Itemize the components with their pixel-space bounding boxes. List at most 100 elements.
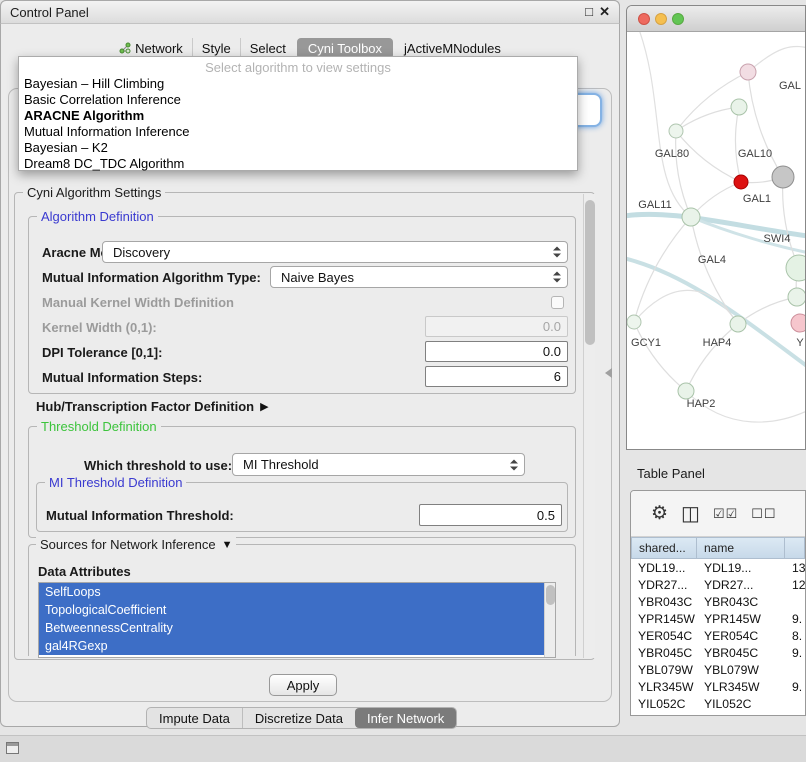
network-node[interactable] [772,166,794,188]
window-title: Control Panel [10,5,89,20]
table-row[interactable]: YBL079WYBL079W [631,661,805,678]
sources-group-title: Sources for Network Inference [40,537,216,552]
list-item[interactable]: TopologicalCoefficient [39,601,544,619]
node-label: HAP4 [703,337,732,349]
table-row[interactable]: YPR145WYPR145W9. [631,610,805,627]
column-header-shared-name[interactable]: shared... [631,537,697,559]
zoom-traffic-light[interactable] [672,13,684,25]
control-panel-titlebar[interactable]: Control Panel □ ✕ [0,0,620,24]
table-cell: YIL052C [697,695,785,712]
hub-definition-label: Hub/Transcription Factor Definition [36,399,254,414]
table-header-row: shared... name [631,537,805,559]
dpi-tolerance-input[interactable]: 0.0 [425,341,568,362]
hub-definition-section[interactable]: Hub/Transcription Factor Definition ▶ [36,399,269,414]
settings-scrollbar-thumb[interactable] [585,200,595,345]
select-all-checkboxes-icon[interactable]: ☑☑ [713,506,738,522]
network-node[interactable] [791,314,805,332]
settings-scrollbar[interactable] [583,194,595,658]
list-scrollbar[interactable] [544,583,555,657]
mi-threshold-input[interactable]: 0.5 [419,504,562,526]
node-label: GAL80 [655,148,689,160]
network-node[interactable] [788,288,805,306]
network-graph: GALGAL80GAL10GAL11GAL1SWI4GAL4GCY1HAP4YH… [627,32,805,449]
column-header-name[interactable]: name [697,537,785,559]
network-edge [637,32,691,217]
close-window-icon[interactable]: ✕ [599,4,610,20]
collapse-arrow-icon[interactable]: ▼ [222,539,233,551]
mi-steps-input[interactable]: 6 [425,366,568,387]
network-canvas[interactable]: GALGAL80GAL10GAL11GAL1SWI4GAL4GCY1HAP4YH… [627,32,805,449]
tab-infer-network[interactable]: Infer Network [355,708,456,728]
network-node[interactable] [731,99,747,115]
network-node[interactable] [734,175,748,189]
mi-threshold-label: Mutual Information Threshold: [46,508,234,523]
network-node[interactable] [678,383,694,399]
input-value: 6 [554,369,561,384]
dropdown-item[interactable]: Basic Correlation Inference [19,92,577,108]
combo-arrows-icon [553,247,561,258]
dropdown-item[interactable]: Dream8 DC_TDC Algorithm [19,156,577,172]
aracne-mode-combobox[interactable]: Discovery [102,241,568,263]
expand-arrow-icon[interactable]: ▶ [260,400,268,413]
gear-icon[interactable]: ⚙ [651,502,668,525]
columns-icon[interactable]: ◫ [681,501,700,526]
table-cell: YBL079W [631,661,697,678]
close-traffic-light[interactable] [638,13,650,25]
input-value: 0.5 [537,508,555,523]
panel-splitter-arrow[interactable] [605,368,612,378]
column-header-partial[interactable] [785,537,805,559]
combo-value: Naive Bayes [281,270,354,285]
table-cell: YBR043C [697,593,785,610]
table-row[interactable]: YBR045CYBR045C9. [631,644,805,661]
table-cell: 9. [785,678,805,695]
table-cell: 13 [785,559,805,576]
dropdown-item[interactable]: Bayesian – Hill Climbing [19,76,577,92]
data-attributes-label: Data Attributes [38,564,131,579]
network-window-titlebar[interactable] [627,6,805,32]
network-node[interactable] [627,315,641,329]
node-label: Y [796,337,804,349]
group-title: MI Threshold Definition [45,475,186,490]
network-node[interactable] [730,316,746,332]
manual-kernel-width-checkbox[interactable] [551,296,564,309]
algorithm-dropdown: Select algorithm to view settings Bayesi… [18,56,578,171]
network-node[interactable] [786,255,805,281]
table-cell: 9. [785,610,805,627]
node-label: GCY1 [631,337,661,349]
minimize-traffic-light[interactable] [655,13,667,25]
network-node[interactable] [669,124,683,138]
node-label: GAL4 [698,254,726,266]
mi-algorithm-type-combobox[interactable]: Naive Bayes [270,266,568,288]
table-row[interactable]: YLR345WYLR345W9. [631,678,805,695]
table-row[interactable]: YBR043CYBR043C [631,593,805,610]
network-node[interactable] [740,64,756,80]
table-cell: YDL19... [697,559,785,576]
restore-window-icon[interactable]: □ [585,4,593,19]
tab-impute-data[interactable]: Impute Data [147,708,242,728]
list-scrollbar-thumb[interactable] [546,585,555,605]
table-cell: YIL052C [631,695,697,712]
list-item[interactable]: BetweennessCentrality [39,619,544,637]
table-row[interactable]: YER054CYER054C8. [631,627,805,644]
dropdown-item[interactable]: Bayesian – K2 [19,140,577,156]
table-cell: YLR345W [697,678,785,695]
apply-button[interactable]: Apply [269,674,337,696]
manual-kernel-width-label: Manual Kernel Width Definition [42,295,234,310]
data-attributes-list[interactable]: SelfLoopsTopologicalCoefficientBetweenne… [38,582,556,658]
dropdown-item[interactable]: Mutual Information Inference [19,124,577,140]
which-threshold-label: Which threshold to use: [84,458,232,473]
table-row[interactable]: YIL052CYIL052C [631,695,805,712]
deselect-all-checkboxes-icon[interactable]: ☐☐ [751,506,776,522]
combo-arrows-icon [553,272,561,283]
tab-discretize-data[interactable]: Discretize Data [242,708,355,728]
panel-dock-icon[interactable] [6,742,19,754]
list-item[interactable]: gal4RGexp [39,637,544,655]
list-item[interactable]: SelfLoops [39,583,544,601]
dropdown-item[interactable]: ARACNE Algorithm [19,108,577,124]
table-row[interactable]: YDL19...YDL19...13 [631,559,805,576]
table-cell: YPR145W [631,610,697,627]
which-threshold-combobox[interactable]: MI Threshold [232,453,525,476]
sources-group-header[interactable]: Sources for Network Inference ▼ [36,537,236,552]
network-node[interactable] [682,208,700,226]
table-row[interactable]: YDR27...YDR27...12 [631,576,805,593]
